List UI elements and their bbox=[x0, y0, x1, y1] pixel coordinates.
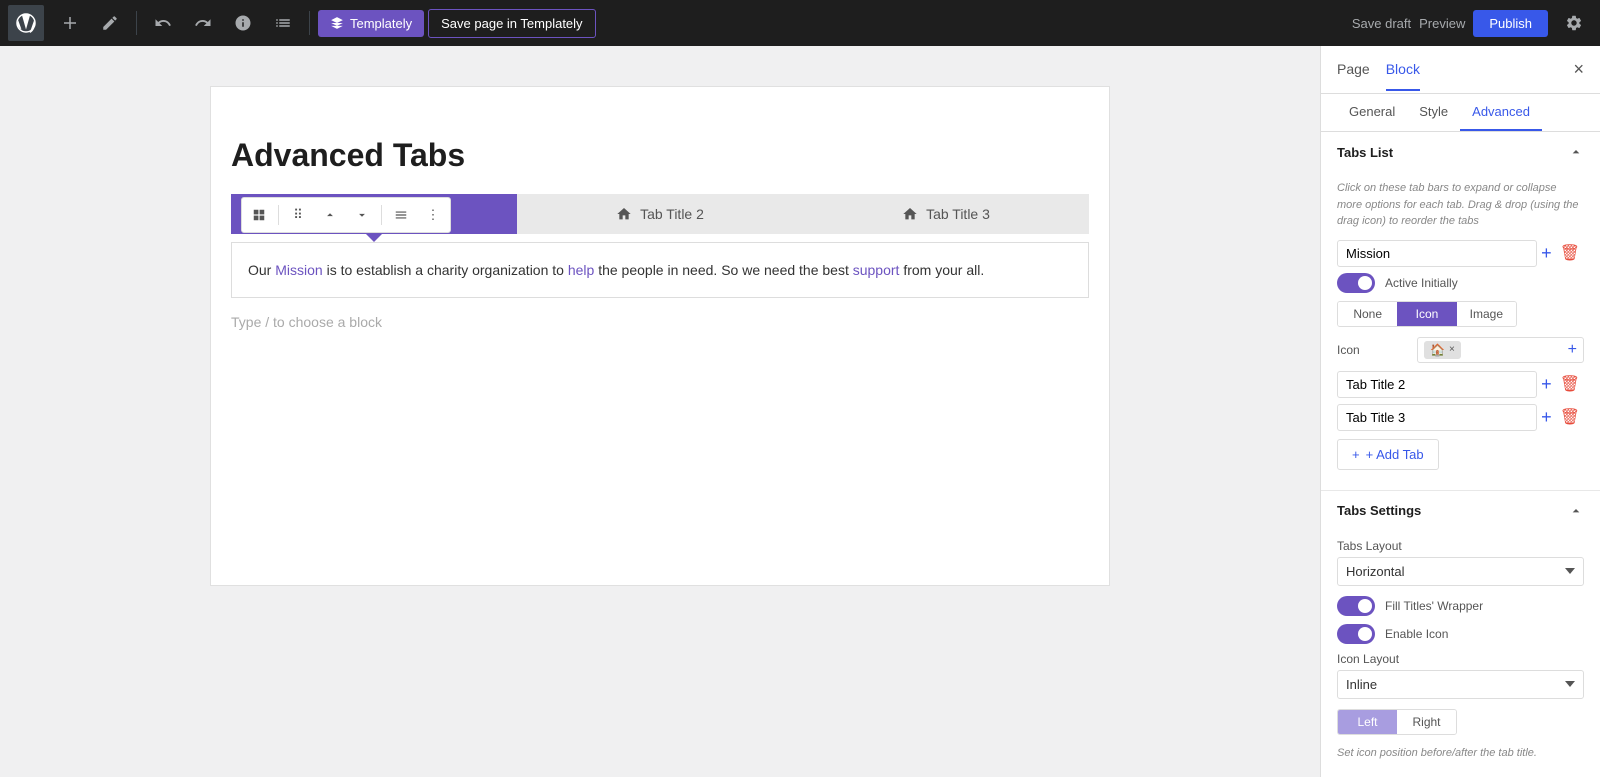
enable-icon-label: Enable Icon bbox=[1385, 627, 1448, 641]
tabs-settings-header[interactable]: Tabs Settings bbox=[1321, 491, 1600, 531]
tab-1-input[interactable] bbox=[1337, 240, 1537, 267]
add-tab-label: + Add Tab bbox=[1366, 447, 1424, 462]
fill-titles-row: Fill Titles' Wrapper bbox=[1337, 596, 1584, 616]
add-tab-button[interactable]: + + Add Tab bbox=[1337, 439, 1439, 470]
icon-tag: 🏠 × bbox=[1424, 341, 1461, 359]
undo-button[interactable] bbox=[145, 5, 181, 41]
settings-button[interactable] bbox=[1556, 5, 1592, 41]
tab-3-delete-button[interactable]: 🗑 bbox=[1556, 407, 1584, 427]
type-block-hint: Type / to choose a block bbox=[231, 298, 1089, 346]
save-draft-button[interactable]: Save draft bbox=[1352, 16, 1411, 31]
icon-pos-desc: Set icon position before/after the tab t… bbox=[1337, 745, 1584, 762]
icon-field-row: Icon 🏠 × + bbox=[1337, 337, 1584, 363]
fill-titles-toggle[interactable] bbox=[1337, 596, 1375, 616]
sub-tab-advanced[interactable]: Advanced bbox=[1460, 94, 1542, 131]
tab-2-add-button[interactable]: + bbox=[1537, 374, 1556, 395]
enable-icon-toggle[interactable] bbox=[1337, 624, 1375, 644]
active-initially-row: Active Initially bbox=[1337, 273, 1584, 293]
save-templately-button[interactable]: Save page in Templately bbox=[428, 9, 595, 38]
sub-tab-style[interactable]: Style bbox=[1407, 94, 1460, 131]
list-view-button[interactable] bbox=[265, 5, 301, 41]
tabs-settings-title: Tabs Settings bbox=[1337, 503, 1421, 518]
add-tab-icon: + bbox=[1352, 447, 1360, 462]
icon-layout-label: Icon Layout bbox=[1337, 652, 1584, 666]
info-button[interactable] bbox=[225, 5, 261, 41]
align-button[interactable] bbox=[386, 200, 416, 230]
icon-remove-button[interactable]: × bbox=[1449, 344, 1455, 355]
page-title: Advanced Tabs bbox=[231, 107, 1089, 174]
templately-button[interactable]: Templately bbox=[318, 10, 424, 37]
top-toolbar: Templately Save page in Templately Save … bbox=[0, 0, 1600, 46]
tabs-layout-group: Tabs Layout Horizontal Vertical bbox=[1337, 539, 1584, 586]
fill-titles-label: Fill Titles' Wrapper bbox=[1385, 599, 1483, 613]
active-initially-toggle[interactable] bbox=[1337, 273, 1375, 293]
icon-pos-left-button[interactable]: Left bbox=[1338, 710, 1397, 734]
icon-layout-select[interactable]: Inline Block bbox=[1337, 670, 1584, 699]
enable-icon-row: Enable Icon bbox=[1337, 624, 1584, 644]
icon-pos-right-button[interactable]: Right bbox=[1397, 710, 1456, 734]
tab-title-2[interactable]: Tab Title 2 bbox=[517, 194, 803, 234]
right-panel: Page Block × General Style Advanced Tabs… bbox=[1320, 46, 1600, 777]
tab-1-delete-button[interactable]: 🗑 bbox=[1556, 243, 1584, 263]
tab-3-add-button[interactable]: + bbox=[1537, 407, 1556, 428]
panel-close-button[interactable]: × bbox=[1573, 59, 1584, 80]
wp-logo bbox=[8, 5, 44, 41]
move-up-button[interactable] bbox=[315, 200, 345, 230]
panel-header: Page Block × bbox=[1321, 46, 1600, 94]
tabs-list-section: Tabs List Click on these tab bars to exp… bbox=[1321, 132, 1600, 491]
tab-content: Our Mission is to establish a charity or… bbox=[231, 242, 1089, 298]
drag-handle-button[interactable]: ⠿ bbox=[283, 200, 313, 230]
editor-content: ⠿ ⋮ Advanced Tabs bbox=[210, 86, 1110, 586]
icon-type-image[interactable]: Image bbox=[1457, 302, 1516, 326]
active-initially-label: Active Initially bbox=[1385, 276, 1458, 290]
tabs-layout-select[interactable]: Horizontal Vertical bbox=[1337, 557, 1584, 586]
tabs-settings-content: Tabs Layout Horizontal Vertical Fill Tit… bbox=[1321, 531, 1600, 777]
tab-1-entry: + 🗑 bbox=[1337, 240, 1584, 267]
block-toolbar: ⠿ ⋮ bbox=[241, 197, 451, 233]
sub-tabs: General Style Advanced bbox=[1321, 94, 1600, 132]
panel-tabs: Page Block bbox=[1337, 49, 1573, 91]
tab-2-input[interactable] bbox=[1337, 371, 1537, 398]
icon-position-buttons: Left Right bbox=[1337, 709, 1457, 735]
tabs-layout-label: Tabs Layout bbox=[1337, 539, 1584, 553]
tabs-settings-section: Tabs Settings Tabs Layout Horizontal Ver… bbox=[1321, 491, 1600, 777]
tab-title-3[interactable]: Tab Title 3 bbox=[803, 194, 1089, 234]
tabs-list-title: Tabs List bbox=[1337, 145, 1393, 160]
move-down-button[interactable] bbox=[347, 200, 377, 230]
publish-button[interactable]: Publish bbox=[1473, 10, 1548, 37]
tab-3-input[interactable] bbox=[1337, 404, 1537, 431]
edit-button[interactable] bbox=[92, 5, 128, 41]
tab-2-delete-button[interactable]: 🗑 bbox=[1556, 374, 1584, 394]
more-options-button[interactable]: ⋮ bbox=[418, 200, 448, 230]
tabs-list-desc: Click on these tab bars to expand or col… bbox=[1337, 180, 1584, 230]
tabs-list-content: Click on these tab bars to expand or col… bbox=[1321, 172, 1600, 490]
icon-type-icon[interactable]: Icon bbox=[1397, 302, 1456, 326]
icon-add-button[interactable]: + bbox=[1568, 341, 1577, 359]
icon-value: 🏠 bbox=[1430, 343, 1445, 357]
add-block-button[interactable] bbox=[52, 5, 88, 41]
panel-tab-block[interactable]: Block bbox=[1386, 49, 1420, 91]
icon-field[interactable]: 🏠 × + bbox=[1417, 337, 1584, 363]
panel-tab-page[interactable]: Page bbox=[1337, 49, 1370, 91]
icon-layout-group: Icon Layout Inline Block bbox=[1337, 652, 1584, 699]
block-type-button[interactable] bbox=[244, 200, 274, 230]
tab-3-entry: + 🗑 bbox=[1337, 404, 1584, 431]
preview-button[interactable]: Preview bbox=[1419, 16, 1465, 31]
tabs-list-header[interactable]: Tabs List bbox=[1321, 132, 1600, 172]
tab-1-add-button[interactable]: + bbox=[1537, 243, 1556, 264]
sub-tab-general[interactable]: General bbox=[1337, 94, 1407, 131]
icon-type-none[interactable]: None bbox=[1338, 302, 1397, 326]
icon-field-label: Icon bbox=[1337, 343, 1417, 357]
tab-2-entry: + 🗑 bbox=[1337, 371, 1584, 398]
icon-position-group: Left Right bbox=[1337, 709, 1584, 735]
redo-button[interactable] bbox=[185, 5, 221, 41]
editor-area: ⠿ ⋮ Advanced Tabs bbox=[0, 46, 1320, 777]
main-layout: ⠿ ⋮ Advanced Tabs bbox=[0, 46, 1600, 777]
icon-type-group: None Icon Image bbox=[1337, 301, 1517, 327]
